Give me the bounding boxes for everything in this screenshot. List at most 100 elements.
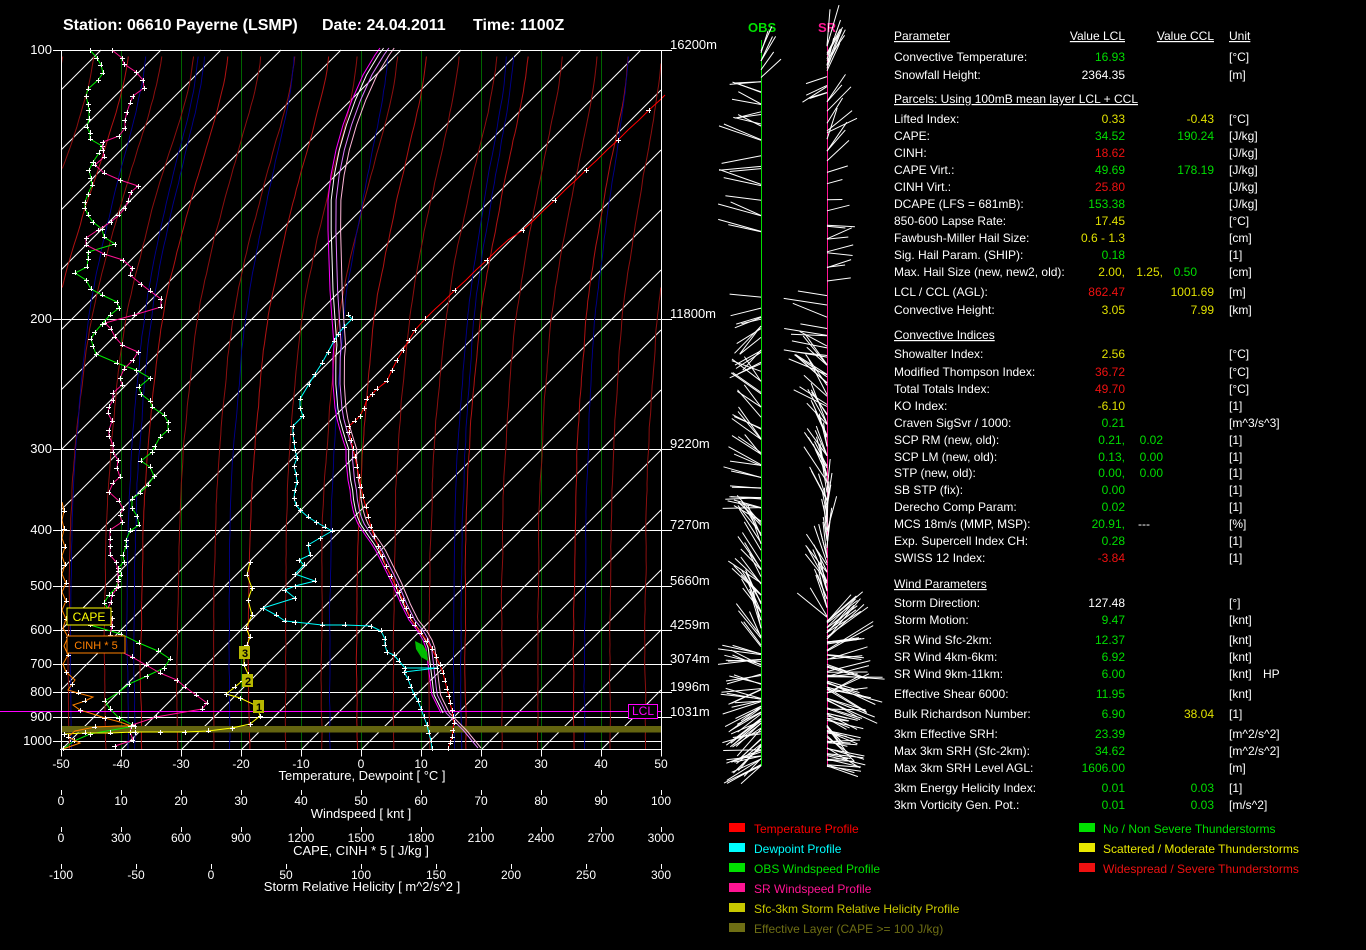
svg-text:Time: 1100Z: Time: 1100Z	[473, 17, 565, 34]
svg-text:0.21,: 0.21,	[1098, 433, 1125, 447]
svg-text:Effective Layer (CAPE >= 100 J: Effective Layer (CAPE >= 100 J/kg)	[754, 922, 943, 936]
svg-text:0.00,: 0.00,	[1098, 466, 1125, 480]
svg-text:[knt]: [knt]	[1229, 633, 1252, 647]
svg-text:3km Effective SRH:: 3km Effective SRH:	[894, 727, 998, 741]
svg-text:0.18: 0.18	[1102, 248, 1126, 262]
svg-text:[m/s^2]: [m/s^2]	[1229, 798, 1267, 812]
svg-text:178.19: 178.19	[1177, 163, 1214, 177]
svg-text:2364.35: 2364.35	[1082, 68, 1126, 82]
svg-text:1001.69: 1001.69	[1171, 285, 1215, 299]
svg-text:2700: 2700	[588, 831, 615, 845]
svg-text:[J/kg]: [J/kg]	[1229, 180, 1258, 194]
svg-text:9220m: 9220m	[670, 436, 710, 451]
svg-text:2.00,: 2.00,	[1098, 265, 1125, 279]
svg-text:0: 0	[58, 831, 65, 845]
svg-text:[J/kg]: [J/kg]	[1229, 146, 1258, 160]
svg-text:OBS: OBS	[748, 20, 777, 35]
svg-text:Temperature, Dewpoint [ °C ]: Temperature, Dewpoint [ °C ]	[278, 768, 445, 783]
svg-text:-20: -20	[232, 757, 250, 771]
svg-text:1031m: 1031m	[670, 704, 710, 719]
svg-text:4259m: 4259m	[670, 617, 710, 632]
svg-text:Fawbush-Miller Hail Size:: Fawbush-Miller Hail Size:	[894, 231, 1029, 245]
svg-text:34.62: 34.62	[1095, 744, 1125, 758]
svg-text:[1]: [1]	[1229, 781, 1242, 795]
svg-text:[1]: [1]	[1229, 500, 1242, 514]
svg-text:34.52: 34.52	[1095, 129, 1125, 143]
svg-text:-0.43: -0.43	[1187, 112, 1215, 126]
svg-text:SCP RM (new, old):: SCP RM (new, old):	[894, 433, 999, 447]
svg-text:49.69: 49.69	[1095, 163, 1125, 177]
svg-text:20: 20	[474, 757, 488, 771]
svg-text:Value LCL: Value LCL	[1070, 29, 1125, 43]
svg-text:Temperature Profile: Temperature Profile	[754, 822, 859, 836]
svg-text:600: 600	[171, 831, 191, 845]
svg-text:SWISS 12 Index:: SWISS 12 Index:	[894, 551, 985, 565]
svg-text:12.37: 12.37	[1095, 633, 1125, 647]
svg-text:-50: -50	[52, 757, 70, 771]
svg-text:3km Energy Helicity Index:: 3km Energy Helicity Index:	[894, 781, 1036, 795]
svg-text:30: 30	[234, 794, 248, 808]
svg-text:CAPE: CAPE	[73, 610, 106, 624]
svg-text:49.70: 49.70	[1095, 382, 1125, 396]
svg-text:9.47: 9.47	[1102, 613, 1126, 627]
svg-text:SR Windspeed Profile: SR Windspeed Profile	[754, 882, 872, 896]
svg-text:[1]: [1]	[1229, 433, 1242, 447]
svg-text:[°C]: [°C]	[1229, 382, 1249, 396]
svg-text:0.00: 0.00	[1140, 466, 1164, 480]
svg-text:Dewpoint Profile: Dewpoint Profile	[754, 842, 842, 856]
svg-text:CAPE:: CAPE:	[894, 129, 930, 143]
svg-text:1000: 1000	[23, 733, 52, 748]
svg-text:[°C]: [°C]	[1229, 347, 1249, 361]
svg-text:862.47: 862.47	[1088, 285, 1125, 299]
svg-text:Exp. Supercell Index CH:: Exp. Supercell Index CH:	[894, 534, 1028, 548]
svg-text:[m]: [m]	[1229, 761, 1246, 775]
svg-text:23.39: 23.39	[1095, 727, 1125, 741]
svg-text:200: 200	[501, 868, 521, 882]
svg-text:[1]: [1]	[1229, 248, 1242, 262]
svg-text:SR Wind 9km-11km:: SR Wind 9km-11km:	[894, 667, 1003, 681]
svg-text:100: 100	[30, 42, 52, 57]
svg-text:3000: 3000	[648, 831, 675, 845]
svg-text:36.72: 36.72	[1095, 365, 1125, 379]
svg-text:7.99: 7.99	[1191, 303, 1215, 317]
svg-text:0.33: 0.33	[1102, 112, 1126, 126]
svg-text:0.01: 0.01	[1102, 781, 1126, 795]
svg-text:0.00: 0.00	[1102, 483, 1126, 497]
svg-text:1.25,: 1.25,	[1136, 265, 1163, 279]
svg-text:3: 3	[242, 648, 248, 660]
svg-text:Station: 06610 Payerne (LSMP): Station: 06610 Payerne (LSMP)	[63, 17, 298, 34]
svg-text:1606.00: 1606.00	[1082, 761, 1126, 775]
svg-text:[m^2/s^2]: [m^2/s^2]	[1229, 744, 1280, 758]
svg-text:0.50: 0.50	[1174, 265, 1198, 279]
svg-text:0.28: 0.28	[1102, 534, 1126, 548]
svg-text:3.05: 3.05	[1102, 303, 1126, 317]
svg-text:[knt]: [knt]	[1229, 667, 1252, 681]
svg-text:[1]: [1]	[1229, 466, 1242, 480]
svg-text:MCS 18m/s (MMP, MSP):: MCS 18m/s (MMP, MSP):	[894, 517, 1030, 531]
svg-text:80: 80	[534, 794, 548, 808]
svg-text:0.6 - 1.3: 0.6 - 1.3	[1081, 231, 1125, 245]
svg-text:10: 10	[114, 794, 128, 808]
svg-text:HP: HP	[1263, 667, 1280, 681]
svg-text:0.01: 0.01	[1102, 798, 1126, 812]
svg-text:Max. Hail Size (new, new2, old: Max. Hail Size (new, new2, old):	[894, 265, 1065, 279]
svg-text:[%]: [%]	[1229, 517, 1246, 531]
svg-text:3074m: 3074m	[670, 651, 710, 666]
svg-text:[knt]: [knt]	[1229, 687, 1252, 701]
svg-text:Lifted Index:: Lifted Index:	[894, 112, 959, 126]
svg-text:[°]: [°]	[1229, 596, 1240, 610]
svg-text:[1]: [1]	[1229, 450, 1242, 464]
svg-text:0.02: 0.02	[1140, 433, 1164, 447]
svg-text:No / Non Severe Thunderstorms: No / Non Severe Thunderstorms	[1103, 822, 1276, 836]
svg-text:SB STP (fix):: SB STP (fix):	[894, 483, 963, 497]
svg-text:Windspeed [ knt ]: Windspeed [ knt ]	[311, 806, 411, 821]
svg-text:SCP LM (new, old):: SCP LM (new, old):	[894, 450, 997, 464]
svg-text:[1]: [1]	[1229, 534, 1242, 548]
svg-text:CINH * 5: CINH * 5	[74, 640, 117, 652]
svg-text:Value CCL: Value CCL	[1157, 29, 1214, 43]
svg-text:6.90: 6.90	[1102, 707, 1126, 721]
svg-text:Total Totals Index:: Total Totals Index:	[894, 382, 990, 396]
svg-text:400: 400	[30, 522, 52, 537]
svg-text:70: 70	[474, 794, 488, 808]
svg-text:---: ---	[1138, 517, 1150, 531]
